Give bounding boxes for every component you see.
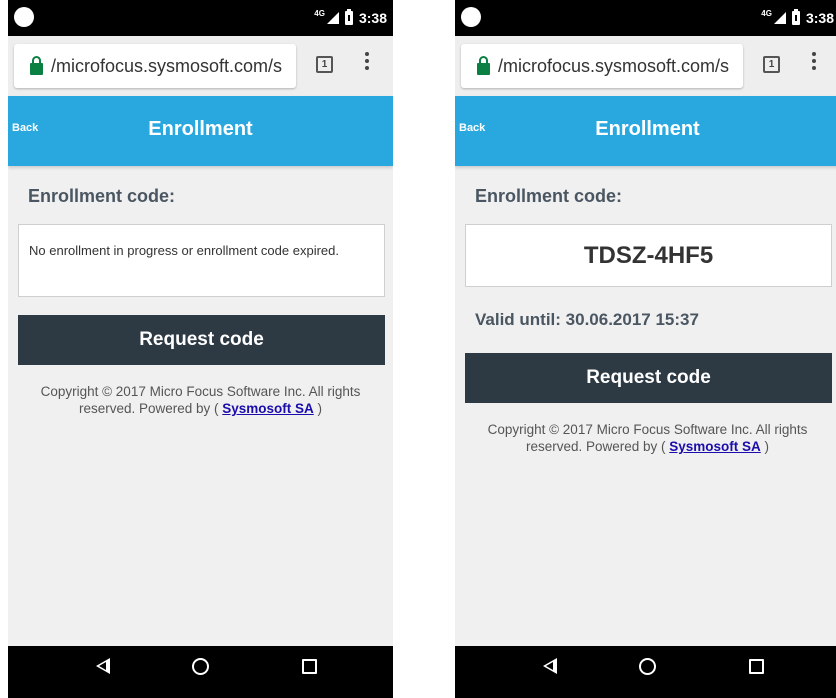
url-bar[interactable]: /microfocus.sysmosoft.com/s [461,44,743,88]
battery-charging-icon [791,9,800,25]
android-nav-bar [8,646,393,698]
copyright-footer: Copyright © 2017 Micro Focus Software In… [459,421,836,455]
sysmosoft-link[interactable]: Sysmosoft SA [222,401,314,416]
overflow-menu-icon[interactable] [365,52,369,70]
url-text: /microfocus.sysmosoft.com/s [51,55,283,76]
nav-home-icon[interactable] [639,658,656,675]
browser-toolbar: /microfocus.sysmosoft.com/s 1 [8,36,393,96]
lock-icon [477,56,490,75]
request-code-button[interactable]: Request code [465,353,832,403]
app-header: Back Enrollment [455,96,836,166]
tab-switcher-icon[interactable]: 1 [316,56,333,73]
overflow-menu-icon[interactable] [812,52,816,70]
nav-recents-icon[interactable] [302,659,317,674]
copyright-text-end: ) [760,439,770,454]
signal-icon [326,12,339,24]
copyright-text-end: ) [313,401,323,416]
status-time: 3:38 [358,10,387,26]
tab-switcher-icon[interactable]: 1 [763,56,780,73]
status-bar: 4G 3:38 [455,0,836,36]
phone-screen-no-enrollment: 4G 3:38 /microfocus.sysmosoft.com/s 1 Ba… [8,0,393,698]
phone-screen-enrollment-code: 4G 3:38 /microfocus.sysmosoft.com/s 1 Ba… [455,0,836,698]
page-title: Enrollment [148,118,253,140]
signal-icon [773,12,786,24]
status-time: 3:38 [805,10,834,26]
notification-dot-icon [14,7,34,27]
enrollment-status-message: No enrollment in progress or enrollment … [18,224,385,297]
nav-home-icon[interactable] [192,658,209,675]
request-code-button[interactable]: Request code [18,315,385,365]
lock-icon [30,56,43,75]
sysmosoft-link[interactable]: Sysmosoft SA [669,439,761,454]
nav-back-icon[interactable] [543,658,557,674]
valid-until-text: Valid until: 30.06.2017 15:37 [475,310,699,329]
battery-charging-icon [344,9,353,25]
url-bar[interactable]: /microfocus.sysmosoft.com/s [14,44,296,88]
network-type: 4G [761,8,772,18]
browser-toolbar: /microfocus.sysmosoft.com/s 1 [455,36,836,96]
url-text: /microfocus.sysmosoft.com/s [498,55,730,76]
status-bar: 4G 3:38 [8,0,393,36]
copyright-footer: Copyright © 2017 Micro Focus Software In… [12,383,389,417]
network-type: 4G [314,8,325,18]
enrollment-code-label: Enrollment code: [28,186,176,206]
enrollment-code-value: TDSZ-4HF5 [465,224,832,287]
app-header: Back Enrollment [8,96,393,166]
android-nav-bar [455,646,836,698]
notification-dot-icon [461,7,481,27]
page-title: Enrollment [595,118,700,140]
enrollment-code-label: Enrollment code: [475,186,623,206]
nav-recents-icon[interactable] [749,659,764,674]
nav-back-icon[interactable] [96,658,110,674]
